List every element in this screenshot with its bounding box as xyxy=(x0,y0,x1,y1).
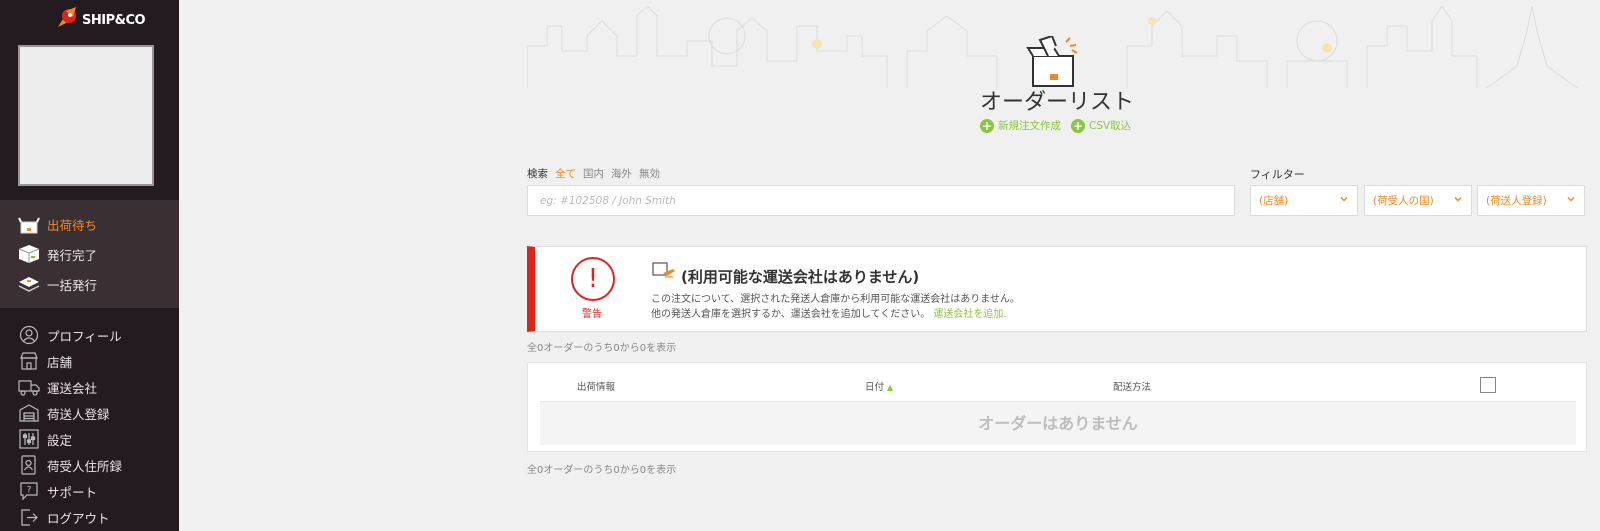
plus-circle-icon: + xyxy=(980,118,994,133)
sidebar-item-logout[interactable]: ログアウト xyxy=(18,505,110,529)
chevron-down-icon xyxy=(1339,194,1349,207)
sort-asc-icon: ▲ xyxy=(887,383,894,392)
search-scope-row: 検索 全て 国内 海外 無効 xyxy=(527,166,660,181)
sidebar-item-bulk[interactable]: 一括発行 xyxy=(18,272,97,296)
chevron-down-icon xyxy=(1566,194,1576,207)
package-plane-icon xyxy=(651,259,677,285)
sidebar-item-label: サポート xyxy=(47,484,98,500)
new-order-button[interactable]: + 新規注文作成 xyxy=(980,118,1061,133)
help-icon: ? xyxy=(18,480,40,502)
warehouse-icon xyxy=(18,402,40,424)
filter-store-select[interactable]: (店舗) xyxy=(1250,185,1358,216)
truck-icon xyxy=(18,376,40,398)
sidebar-item-pending[interactable]: 出荷待ち xyxy=(18,212,97,236)
alert-line-1: この注文について、選択された発送人倉庫から利用可能な運送会社はありません。 xyxy=(651,294,1020,305)
result-count-bottom: 全0オーダーのうち0から0を表示 xyxy=(527,465,677,476)
orders-table: 出荷情報 日付 ▲ 配送方法 オーダーはありません xyxy=(527,362,1587,452)
filter-select-value: (荷送人登録) xyxy=(1486,195,1547,207)
sidebar-item-store[interactable]: 店舗 xyxy=(18,349,72,373)
search-input[interactable]: eg: #102508 / John Smith xyxy=(527,185,1235,216)
sidebar-item-label: 出荷待ち xyxy=(47,217,98,233)
sidebar-item-label: 一括発行 xyxy=(47,277,98,293)
search-label: 検索 xyxy=(527,168,548,180)
filter-label: フィルター xyxy=(1250,168,1305,181)
filter-country-select[interactable]: (荷受人の国) xyxy=(1364,185,1472,216)
page-title: オーダーリスト xyxy=(979,90,1134,115)
logo-text: SHIP&CO xyxy=(82,12,146,28)
warning-alert: ! 警告 (利用可能な運送会社はありません) この注文について、選択された発送人… xyxy=(527,246,1587,332)
sidebar-item-support[interactable]: ? サポート xyxy=(18,479,97,503)
scope-international[interactable]: 海外 xyxy=(611,166,632,181)
sliders-icon xyxy=(18,428,40,450)
sidebar-item-profile[interactable]: プロフィール xyxy=(18,323,122,347)
col-header-date[interactable]: 日付 ▲ xyxy=(865,379,893,393)
rocket-icon xyxy=(54,5,80,35)
col-header-shipping[interactable]: 出荷情報 xyxy=(577,379,615,393)
csv-import-label: CSV取込 xyxy=(1089,120,1132,132)
alert-line-2-text: 他の発送人倉庫を選択するか、運送会社を追加してください。 xyxy=(651,309,931,320)
empty-state: オーダーはありません xyxy=(540,401,1576,445)
col-header-date-label: 日付 xyxy=(865,382,885,393)
csv-import-button[interactable]: + CSV取込 xyxy=(1071,118,1131,133)
sidebar-item-shippers[interactable]: 荷送人登録 xyxy=(18,401,110,425)
logout-icon xyxy=(18,506,40,528)
scope-all[interactable]: 全て xyxy=(555,166,576,181)
plus-circle-icon: + xyxy=(1071,118,1085,133)
avatar[interactable] xyxy=(18,45,154,186)
address-book-icon xyxy=(18,454,40,476)
new-order-label: 新規注文作成 xyxy=(998,120,1061,132)
box-closed-icon xyxy=(18,243,40,265)
filter-select-value: (荷受人の国) xyxy=(1373,195,1434,207)
sidebar-item-label: 発行完了 xyxy=(47,247,98,263)
select-all-checkbox[interactable] xyxy=(1480,377,1496,393)
alert-body: この注文について、選択された発送人倉庫から利用可能な運送会社はありません。 他の… xyxy=(651,292,1020,322)
sidebar-item-issued[interactable]: 発行完了 xyxy=(18,242,97,266)
store-icon xyxy=(18,350,40,372)
sidebar-item-settings[interactable]: 設定 xyxy=(18,427,72,451)
stack-icon xyxy=(18,273,40,295)
sidebar-item-label: プロフィール xyxy=(47,328,122,344)
sidebar-item-label: 荷受人住所録 xyxy=(47,458,123,474)
scope-invalid[interactable]: 無効 xyxy=(639,166,660,181)
filter-shipper-select[interactable]: (荷送人登録) xyxy=(1477,185,1585,216)
sidebar-item-label: ログアウト xyxy=(47,510,110,526)
user-icon xyxy=(18,324,40,346)
sidebar-item-carriers[interactable]: 運送会社 xyxy=(18,375,97,399)
alert-line-2: 他の発送人倉庫を選択するか、運送会社を追加してください。 運送会社を追加. xyxy=(651,307,1020,322)
sidebar-item-label: 設定 xyxy=(47,432,73,448)
exclamation-icon: ! xyxy=(571,257,615,301)
scope-domestic[interactable]: 国内 xyxy=(583,166,604,181)
logo[interactable]: SHIP&CO xyxy=(54,5,146,35)
add-carrier-link[interactable]: 運送会社を追加. xyxy=(933,309,1006,320)
warning-badge: 警告 xyxy=(582,309,602,320)
alert-title: (利用可能な運送会社はありません) xyxy=(681,268,920,286)
box-open-icon xyxy=(18,213,40,235)
sidebar-item-address-book[interactable]: 荷受人住所録 xyxy=(18,453,122,477)
page-actions: + 新規注文作成 + CSV取込 xyxy=(980,118,1131,133)
chevron-down-icon xyxy=(1453,194,1463,207)
svg-text:?: ? xyxy=(27,486,32,496)
sidebar-item-label: 店舗 xyxy=(47,354,73,370)
sidebar: SHIP&CO 出荷待ち 発行完了 一括発行 プロフィール 店舗 運送会社 荷送… xyxy=(0,0,179,531)
result-count-top: 全0オーダーのうち0から0を表示 xyxy=(527,343,677,354)
sidebar-item-label: 運送会社 xyxy=(47,380,98,396)
col-header-method[interactable]: 配送方法 xyxy=(1113,379,1151,393)
sidebar-item-label: 荷送人登録 xyxy=(47,406,110,422)
filter-select-value: (店舗) xyxy=(1259,195,1289,207)
